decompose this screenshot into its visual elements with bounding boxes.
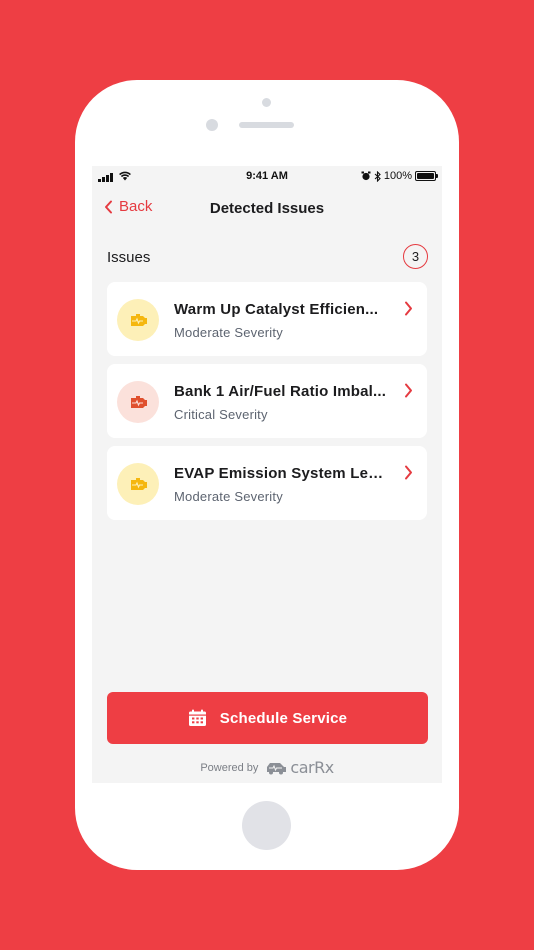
engine-warning-icon bbox=[117, 463, 159, 505]
issues-label: Issues bbox=[107, 249, 151, 266]
alarm-clock-icon bbox=[361, 171, 371, 181]
issue-card-1[interactable]: Bank 1 Air/Fuel Ratio Imbal... Critical … bbox=[107, 364, 427, 438]
issue-severity: Moderate Severity bbox=[174, 489, 283, 504]
chevron-right-icon bbox=[405, 383, 412, 398]
battery-percent: 100% bbox=[383, 170, 412, 182]
issue-title: Bank 1 Air/Fuel Ratio Imbal... bbox=[174, 383, 387, 400]
chevron-right-icon bbox=[405, 301, 412, 316]
powered-by-label: Powered by bbox=[200, 761, 259, 774]
app-screen: 9:41 AM 100% Back Detected Issues Issues… bbox=[92, 166, 442, 783]
issues-header: Issues 3 bbox=[107, 244, 428, 270]
issue-severity: Critical Severity bbox=[174, 407, 268, 422]
earpiece-speaker bbox=[239, 122, 294, 128]
sensor-dot bbox=[206, 119, 218, 131]
navigation-bar: Back Detected Issues bbox=[92, 188, 442, 228]
status-right-group: 100% bbox=[361, 170, 438, 182]
page-title: Detected Issues bbox=[209, 200, 325, 217]
chevron-right-icon bbox=[405, 465, 412, 480]
issue-title: EVAP Emission System Lea... bbox=[174, 465, 387, 482]
issue-card-2[interactable]: EVAP Emission System Lea... Moderate Sev… bbox=[107, 446, 427, 520]
camera-dot bbox=[262, 98, 271, 107]
engine-warning-icon bbox=[117, 299, 159, 341]
issues-count-badge: 3 bbox=[403, 244, 428, 269]
status-bar: 9:41 AM 100% bbox=[92, 166, 442, 188]
schedule-service-label: Schedule Service bbox=[219, 709, 348, 727]
bluetooth-icon bbox=[374, 170, 381, 182]
carrx-wordmark: carRx bbox=[290, 758, 334, 777]
calendar-icon bbox=[188, 709, 206, 726]
carrx-logo: carRx bbox=[265, 758, 334, 777]
powered-by-footer: Powered by carRx bbox=[92, 758, 442, 777]
issue-card-0[interactable]: Warm Up Catalyst Efficien... Moderate Se… bbox=[107, 282, 427, 356]
issue-severity: Moderate Severity bbox=[174, 325, 283, 340]
phone-frame: 9:41 AM 100% Back Detected Issues Issues… bbox=[75, 80, 459, 870]
engine-warning-icon bbox=[117, 381, 159, 423]
schedule-service-button[interactable]: Schedule Service bbox=[107, 692, 428, 744]
issue-title: Warm Up Catalyst Efficien... bbox=[174, 301, 379, 318]
carrx-car-icon bbox=[267, 762, 287, 774]
battery-icon bbox=[415, 171, 438, 181]
home-button[interactable] bbox=[242, 801, 291, 850]
